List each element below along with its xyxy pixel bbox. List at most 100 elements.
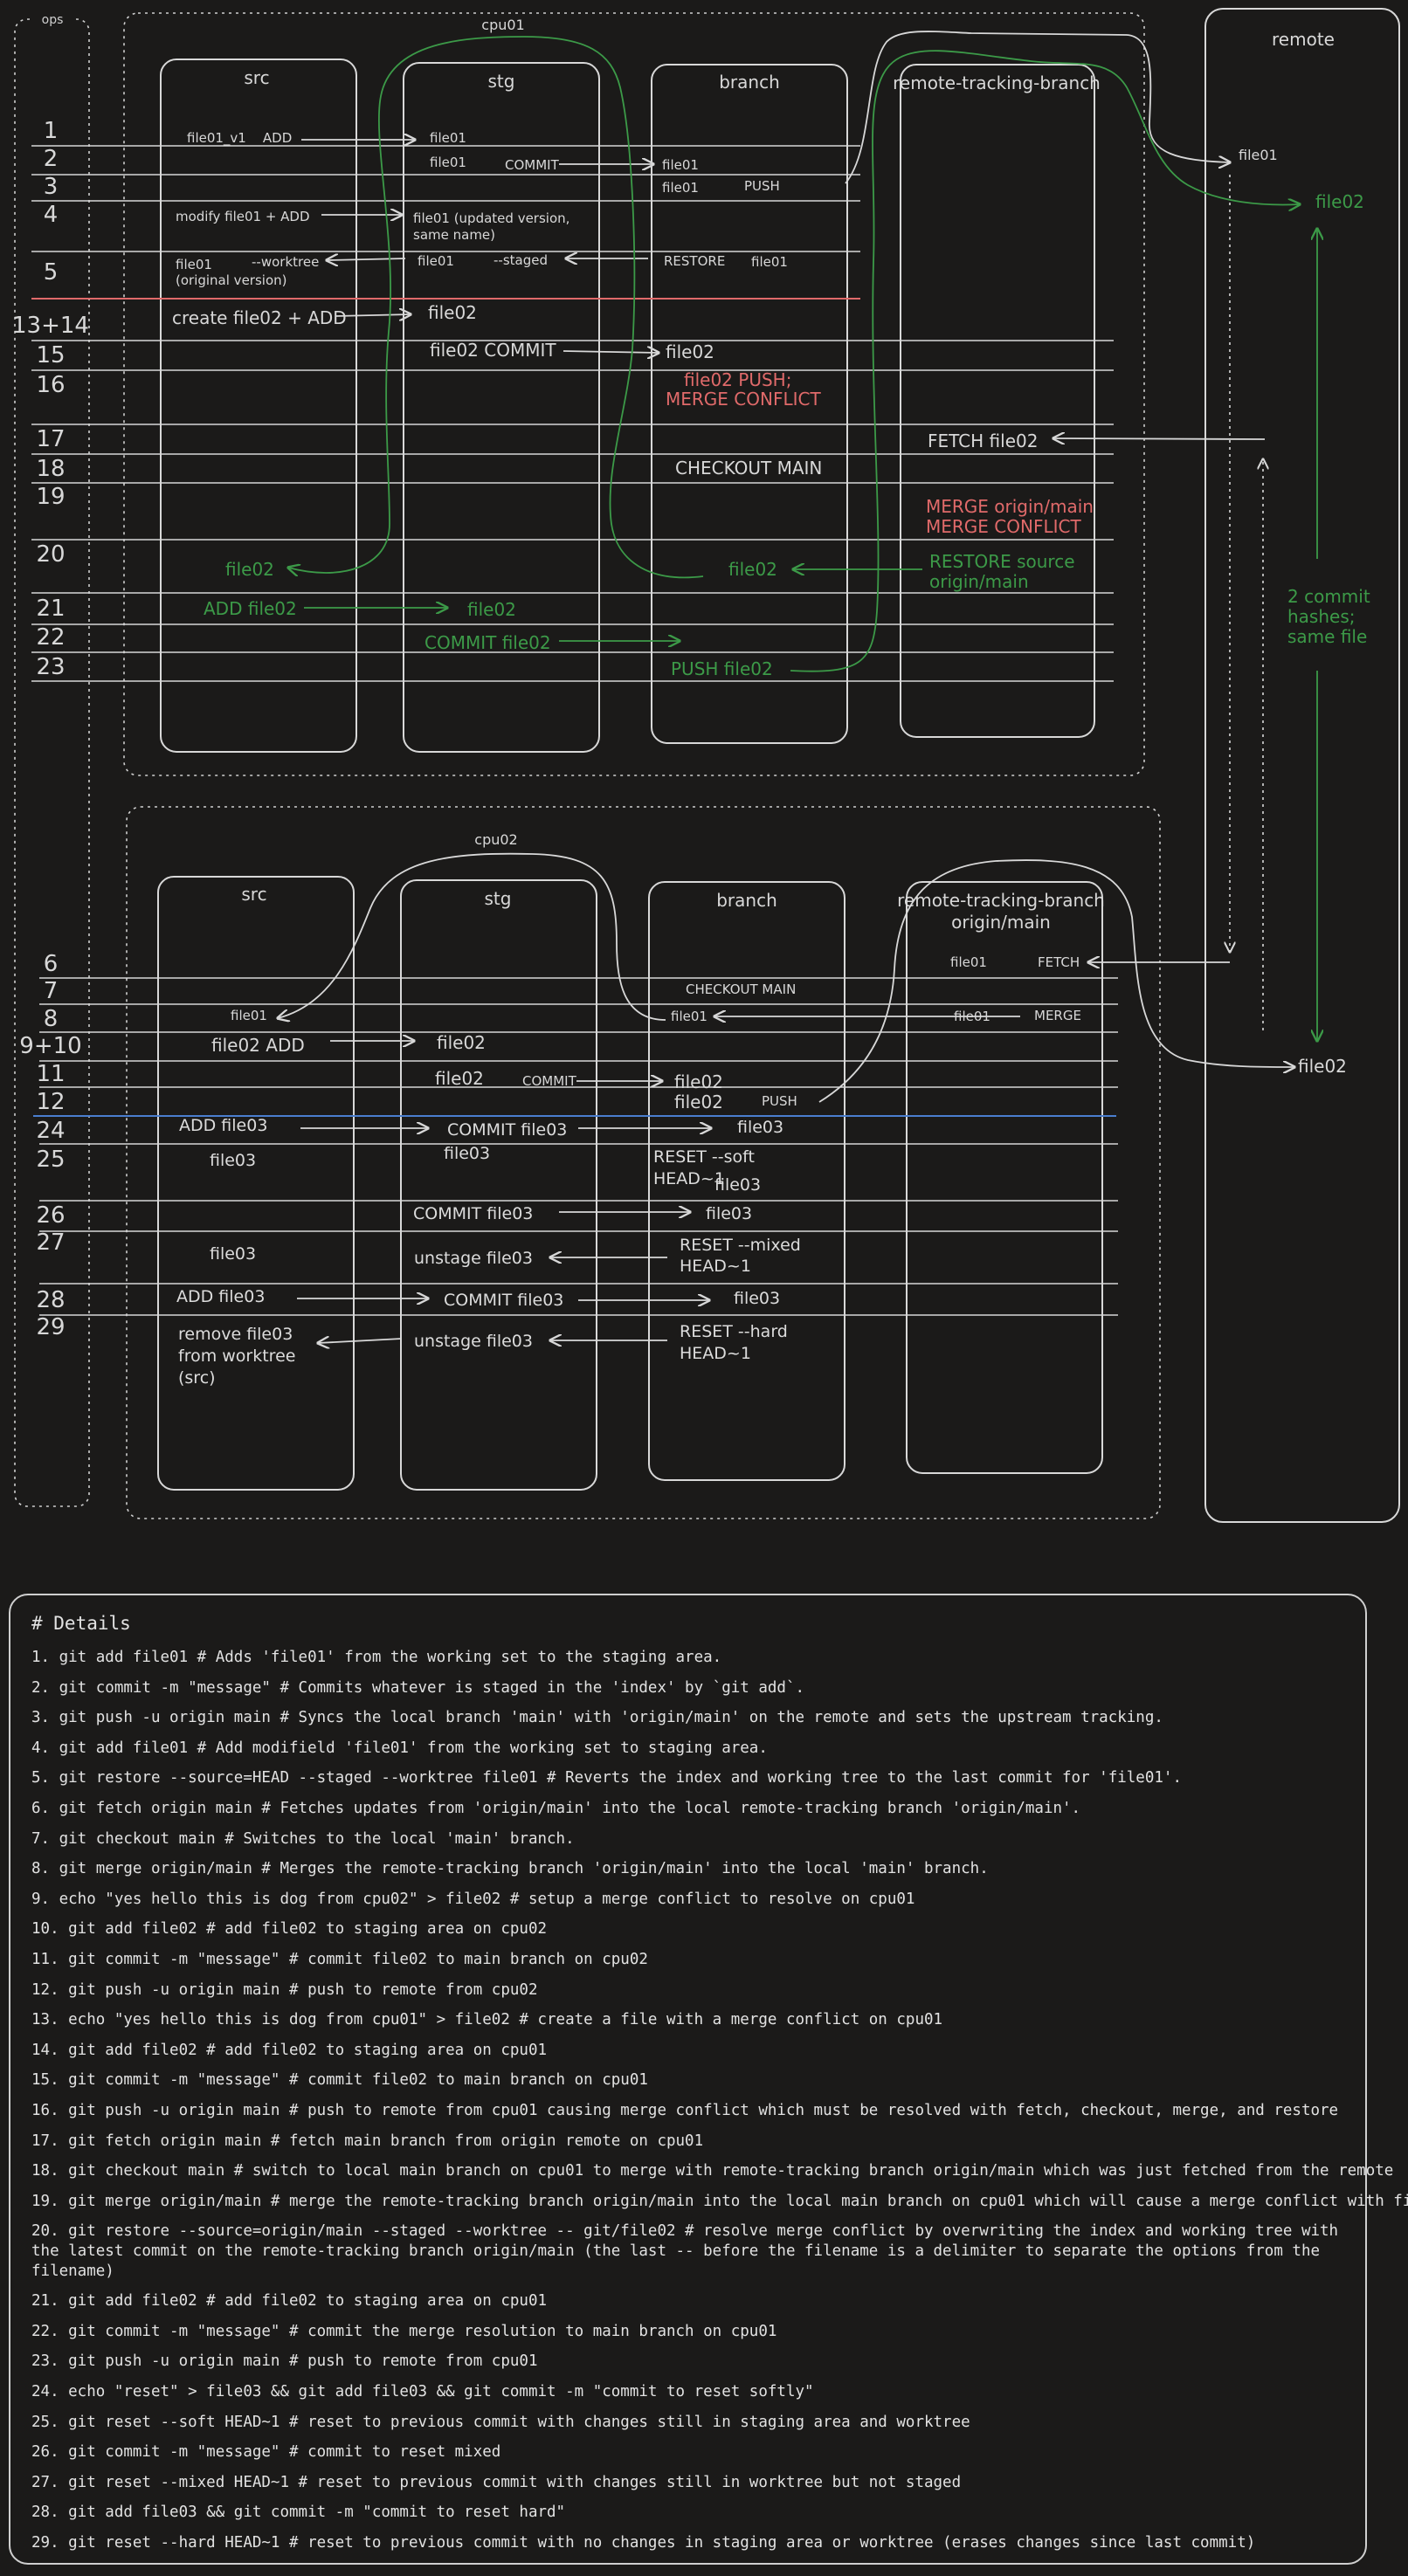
step11-branch-label: file02	[674, 1071, 723, 1092]
step24-stg-label: COMMIT file03	[447, 1120, 567, 1140]
step1-stg-label: file01	[430, 130, 466, 146]
step29-reset-label: RESET --hard	[680, 1322, 788, 1341]
step11-commit-label: COMMIT	[522, 1073, 577, 1089]
step-number: 28	[36, 1287, 65, 1313]
step24-branch-label: file03	[737, 1118, 783, 1137]
step5-restore-label: RESTORE	[664, 253, 725, 269]
remote-file02-top: file02	[1315, 191, 1364, 212]
step25-stg-label: file03	[444, 1144, 490, 1163]
cpu02-origin-main-header: origin/main	[951, 912, 1051, 933]
details-item: 1. git add file01 # Adds 'file01' from t…	[31, 1649, 722, 1666]
step5-stg-label: file01	[418, 253, 454, 269]
details-item: 8. git merge origin/main # Merges the re…	[31, 1860, 989, 1878]
details-item: 23. git push -u origin main # push to re…	[31, 2352, 538, 2371]
step7-checkout-label: CHECKOUT MAIN	[686, 981, 796, 997]
step16-push-conflict-label-2: MERGE CONFLICT	[666, 389, 821, 410]
step-number: 5	[44, 259, 59, 286]
row-separators-bottom	[39, 977, 1118, 1316]
step1-src-label: file01_v1 ADD	[187, 130, 292, 147]
step20-branch-label: file02	[728, 559, 777, 580]
step-number: 13+14	[12, 313, 89, 339]
step26-branch-label: file03	[706, 1204, 752, 1223]
step2-branch-label: file01	[662, 157, 699, 173]
step-number: 8	[44, 1006, 59, 1032]
arrow-step29-remove	[318, 1339, 403, 1343]
details-item: 21. git add file02 # add file02 to stagi…	[31, 2292, 548, 2311]
details-item: 3. git push -u origin main # Syncs the l…	[31, 1709, 1163, 1727]
step11-stg-label: file02	[435, 1068, 484, 1089]
step-number: 17	[36, 426, 65, 452]
step-number: 3	[44, 174, 59, 200]
step-number: 1	[44, 118, 59, 144]
step25-reset-label: RESET --soft	[653, 1147, 755, 1167]
step13-src-label: create file02 + ADD	[172, 307, 347, 328]
remote-panel	[1204, 8, 1400, 1523]
step15-branch-label: file02	[666, 341, 714, 362]
step21-src-label: ADD file02	[204, 598, 297, 619]
step-number: 19	[36, 484, 65, 510]
step5-worktree-label: --worktree	[252, 254, 319, 270]
step4-stg-label: file01 (updated version,	[413, 210, 569, 226]
arrow-step13	[335, 314, 411, 316]
cpu01-branch-header: branch	[719, 72, 780, 93]
step9-stg-label: file02	[437, 1032, 486, 1053]
step2-stg-label: file01	[430, 155, 466, 170]
cpu02-label: cpu02	[474, 831, 517, 848]
step-numbers-bottom: 6 7 8 9+10 11 12 24 25 26 27 28 29	[19, 951, 81, 1340]
cpu02-src-column	[157, 876, 355, 1491]
details-item: 7. git checkout main # Switches to the l…	[31, 1829, 575, 1848]
ops-label: ops	[42, 13, 64, 27]
step9-src-label: file02 ADD	[211, 1035, 305, 1056]
step-number: 2	[44, 146, 59, 172]
remote-note-2: hashes;	[1287, 606, 1356, 627]
arrow-step15	[563, 351, 659, 353]
step24-src-label: ADD file03	[179, 1116, 267, 1135]
remote-label: remote	[1272, 29, 1335, 50]
step26-stg-label: COMMIT file03	[413, 1204, 533, 1223]
details-item: 19. git merge origin/main # merge the re…	[31, 2192, 1408, 2210]
step22-stg-label: COMMIT file02	[424, 632, 551, 653]
remote-file02-bottom: file02	[1298, 1056, 1347, 1077]
cpu01-src-column	[160, 59, 357, 753]
details-item: 10. git add file02 # add file02 to stagi…	[31, 1920, 548, 1939]
arrow-step5-worktree	[327, 258, 406, 260]
step29-src-label-2: from worktree	[178, 1347, 295, 1366]
cpu02-rtb-column	[906, 881, 1103, 1474]
cpu01-src-header: src	[244, 67, 269, 88]
details-item: 16. git push -u origin main # push to re…	[31, 2101, 1339, 2119]
step17-fetch-label: FETCH file02	[928, 430, 1038, 451]
step4-src-label: modify file01 + ADD	[176, 209, 310, 224]
step-number: 27	[36, 1229, 65, 1256]
step5-branch-label: file01	[751, 254, 788, 270]
cpu01-label: cpu01	[481, 17, 524, 33]
step27-reset-label: RESET --mixed	[680, 1236, 801, 1255]
details-item: 12. git push -u origin main # push to re…	[31, 1980, 538, 1999]
details-item: 24. echo "reset" > file03 && git add fil…	[31, 2383, 814, 2401]
step-number: 4	[44, 202, 59, 228]
step-number: 12	[36, 1089, 65, 1115]
details-item: 15. git commit -m "message" # commit fil…	[31, 2071, 648, 2090]
step3-push-label: PUSH	[744, 178, 780, 194]
cpu01-rtb-header: remote-tracking-branch	[893, 72, 1101, 93]
cpu02-stg-header: stg	[485, 888, 512, 909]
step25-branch-label: file03	[714, 1175, 761, 1195]
step-number: 22	[36, 624, 65, 651]
step8-src-label: file01	[231, 1008, 267, 1023]
details-item: 29. git reset --hard HEAD~1 # reset to p…	[31, 2534, 1256, 2552]
step27-stg-label: unstage file03	[414, 1249, 533, 1268]
cpu02-src-header: src	[241, 884, 266, 905]
step16-push-conflict-label: file02 PUSH;	[684, 369, 791, 390]
git-workflow-diagram: ops cpu01 cpu02 remote src stg branch re…	[12, 8, 1400, 1523]
step8-merge-label: MERGE	[1034, 1008, 1081, 1023]
step18-checkout-label: CHECKOUT MAIN	[675, 458, 822, 479]
details-item: 22. git commit -m "message" # commit the…	[31, 2322, 777, 2340]
step12-branch-label: file02	[674, 1092, 723, 1112]
remote-note-3: same file	[1287, 626, 1367, 647]
details-item: 5. git restore --source=HEAD --staged --…	[31, 1769, 1182, 1787]
step-number: 11	[36, 1061, 65, 1087]
step-number: 15	[36, 342, 65, 368]
details-list: 1. git add file01 # Adds 'file01' from t…	[31, 1643, 1408, 2559]
cpu02-rtb-header: remote-tracking-branch	[897, 890, 1105, 911]
step-number: 7	[44, 978, 59, 1004]
step5-src-label: file01	[176, 257, 212, 272]
